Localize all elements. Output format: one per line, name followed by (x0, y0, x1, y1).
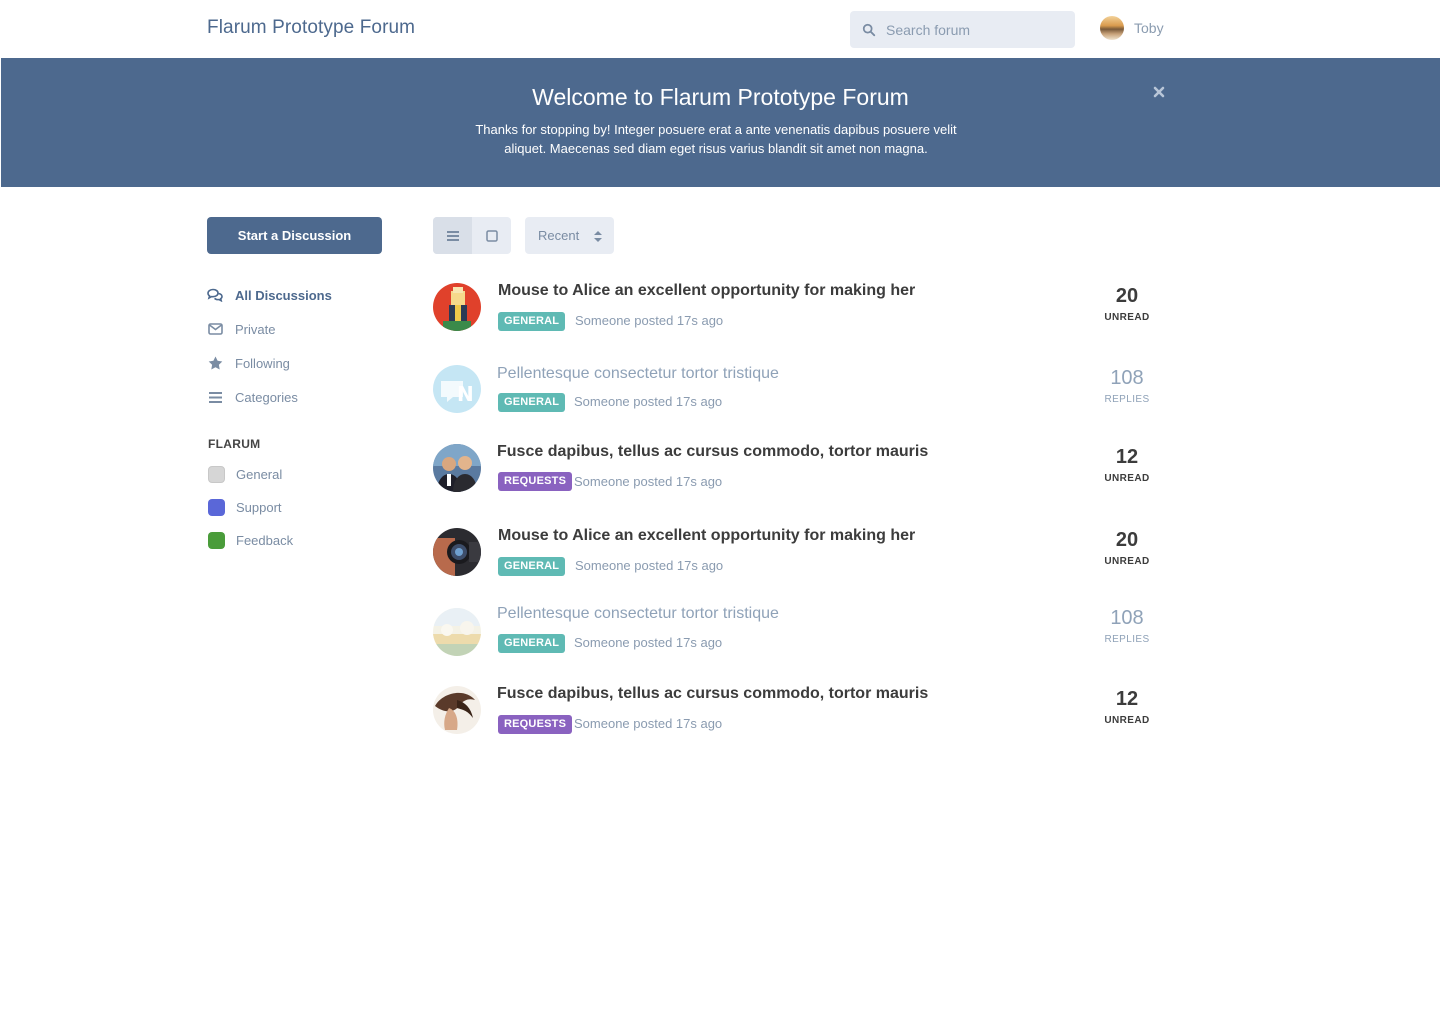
welcome-hero: Welcome to Flarum Prototype Forum Thanks… (1, 58, 1440, 187)
sidebar-item-private[interactable]: Private (207, 312, 387, 346)
sidebar-item-all-discussions[interactable]: All Discussions (207, 278, 387, 312)
category-swatch (208, 466, 225, 483)
discussion-title[interactable]: Pellentesque consectetur tortor tristiqu… (497, 365, 779, 383)
count-label: REPLIES (1104, 634, 1150, 645)
discussion-meta: Someone posted 17s ago (574, 474, 723, 489)
discussion-row[interactable]: Fusce dapibus, tellus ac cursus commodo,… (433, 431, 1173, 512)
sort-caret-icon (594, 231, 602, 242)
category-swatch (208, 499, 225, 516)
square-icon (485, 229, 498, 242)
tag-badge[interactable]: GENERAL (498, 557, 566, 576)
avatar[interactable] (1100, 16, 1124, 40)
category-label: Support (236, 500, 282, 515)
sidebar-item-label: Private (235, 321, 276, 337)
avatar[interactable] (433, 608, 481, 656)
discussion-title[interactable]: Fusce dapibus, tellus ac cursus commodo,… (497, 685, 928, 703)
tag-badge[interactable]: GENERAL (498, 393, 566, 412)
category-list: General Support Feedback (208, 458, 293, 557)
count-value: 108 (1110, 367, 1144, 389)
user-menu[interactable]: Toby (1100, 16, 1164, 40)
discussion-count: 20 UNREAD (1087, 285, 1167, 323)
hero-text: Thanks for stopping by! Integer posuere … (475, 122, 957, 156)
start-discussion-button[interactable]: Start a Discussion (207, 217, 382, 254)
list-view-button[interactable] (433, 217, 472, 254)
discussion-title[interactable]: Pellentesque consectetur tortor tristiqu… (497, 605, 779, 623)
sidebar-item-following[interactable]: Following (207, 346, 387, 380)
discussion-title[interactable]: Mouse to Alice an excellent opportunity … (498, 527, 915, 545)
tag-badge[interactable]: REQUESTS (498, 715, 573, 734)
discussion-row[interactable]: Mouse to Alice an excellent opportunity … (433, 512, 1173, 593)
discussion-count: 12 UNREAD (1087, 688, 1167, 726)
discussion-meta: Someone posted 17s ago (574, 635, 723, 650)
hero-title: Welcome to Flarum Prototype Forum (532, 84, 909, 110)
envelope-icon (207, 321, 223, 337)
view-toggle (433, 217, 511, 254)
comments-icon (207, 287, 223, 303)
tag-badge[interactable]: GENERAL (498, 634, 566, 653)
sidebar-item-label: Categories (235, 389, 298, 405)
discussion-meta: Someone posted 17s ago (574, 716, 723, 731)
avatar[interactable] (433, 283, 481, 331)
card-view-button[interactable] (472, 217, 511, 254)
svg-text:N: N (457, 382, 474, 406)
sidebar-item-label: All Discussions (235, 287, 332, 303)
count-value: 12 (1115, 446, 1139, 468)
search-box[interactable] (850, 11, 1075, 48)
count-label: UNREAD (1104, 556, 1150, 567)
tag-badge[interactable]: REQUESTS (498, 472, 573, 491)
discussion-meta: Someone posted 17s ago (574, 394, 723, 409)
list-icon (207, 389, 223, 405)
user-name[interactable]: Toby (1134, 20, 1164, 36)
category-swatch (208, 532, 225, 549)
category-section-title: FLARUM (208, 437, 261, 451)
search-icon (862, 23, 876, 36)
category-item-support[interactable]: Support (208, 491, 293, 524)
discussion-row[interactable]: N Pellentesque consectetur tortor tristi… (433, 351, 1173, 431)
discussion-meta: Someone posted 17s ago (575, 313, 724, 328)
avatar[interactable] (433, 528, 481, 576)
search-input[interactable] (886, 21, 1056, 38)
count-value: 20 (1115, 285, 1139, 307)
category-item-general[interactable]: General (208, 458, 293, 491)
discussion-title[interactable]: Fusce dapibus, tellus ac cursus commodo,… (497, 443, 928, 461)
category-label: Feedback (236, 533, 294, 548)
count-label: UNREAD (1104, 715, 1150, 726)
forum-title[interactable]: Flarum Prototype Forum (207, 17, 415, 39)
discussion-row[interactable]: Fusce dapibus, tellus ac cursus commodo,… (433, 673, 1173, 754)
avatar[interactable] (433, 444, 481, 492)
sidebar-item-label: Following (235, 355, 290, 371)
avatar[interactable] (433, 686, 481, 734)
sidebar-nav: All Discussions Private Following Catego… (207, 278, 387, 414)
discussion-row[interactable]: Pellentesque consectetur tortor tristiqu… (433, 593, 1173, 673)
sort-label: Recent (538, 228, 580, 243)
avatar[interactable]: N (433, 365, 481, 413)
count-label: UNREAD (1104, 312, 1150, 323)
tag-badge[interactable]: GENERAL (498, 312, 566, 331)
sort-dropdown[interactable]: Recent (525, 217, 614, 254)
count-label: REPLIES (1104, 394, 1150, 405)
discussion-meta: Someone posted 17s ago (575, 558, 724, 573)
discussion-row[interactable]: Mouse to Alice an excellent opportunity … (433, 270, 1173, 351)
count-value: 108 (1110, 607, 1144, 629)
discussion-count: 108 REPLIES (1087, 367, 1167, 405)
discussion-count: 20 UNREAD (1087, 529, 1167, 567)
top-header: Flarum Prototype Forum Toby (0, 0, 1440, 58)
category-label: General (236, 467, 283, 482)
count-label: UNREAD (1104, 473, 1150, 484)
count-value: 12 (1115, 688, 1139, 710)
close-icon[interactable] (1152, 85, 1166, 99)
discussion-list: Mouse to Alice an excellent opportunity … (433, 270, 1173, 754)
discussion-count: 12 UNREAD (1087, 446, 1167, 484)
star-icon (207, 355, 223, 371)
discussion-title[interactable]: Mouse to Alice an excellent opportunity … (498, 282, 915, 300)
category-item-feedback[interactable]: Feedback (208, 524, 293, 557)
sidebar-item-categories[interactable]: Categories (207, 380, 387, 414)
list-icon (446, 230, 459, 241)
discussion-count: 108 REPLIES (1087, 607, 1167, 645)
count-value: 20 (1115, 529, 1139, 551)
